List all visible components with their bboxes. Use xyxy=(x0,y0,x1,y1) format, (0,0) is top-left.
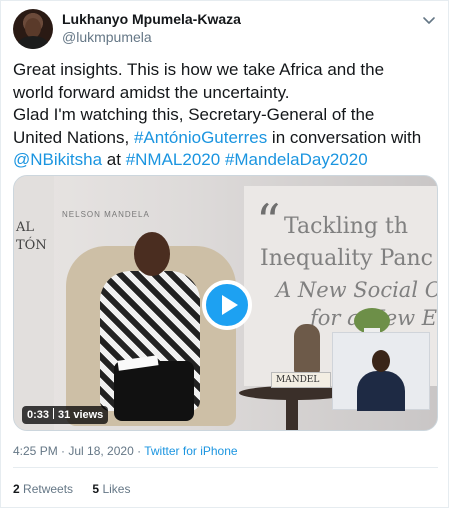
video-speaker-skirt xyxy=(114,361,194,421)
video-logo-text: NELSON MANDELA xyxy=(62,210,150,219)
retweets-count: 2 xyxy=(13,482,20,496)
tweet-source-link[interactable]: Twitter for iPhone xyxy=(144,444,237,458)
tweet-line-4-rest: in conversation with xyxy=(267,127,422,147)
tweet-line-5-at: at xyxy=(102,150,126,169)
play-button[interactable] xyxy=(202,280,252,330)
tweet-line-1: Great insights. This is how we take Afri… xyxy=(13,60,385,79)
video-speaker-head xyxy=(134,232,170,276)
tweet-line-5: @NBikitsha at #NMAL2020 #MandelaDay2020 xyxy=(13,149,438,172)
divider xyxy=(13,467,438,468)
tweet-line-2: world forward amidst the uncertainty. xyxy=(13,82,290,102)
video-panel-text-1: AL xyxy=(16,220,35,235)
tweet-stats: 2 Retweets 5 Likes xyxy=(13,482,146,496)
sign-language-interpreter-head xyxy=(372,350,390,372)
video-player[interactable]: AL TÓN NELSON MANDELA “ Tackling th Ineq… xyxy=(13,175,438,431)
video-panel-text-2: TÓN xyxy=(16,238,47,253)
video-table-leg xyxy=(286,398,298,430)
likes-count: 5 xyxy=(92,482,100,496)
banner-line-3: A New Social Co xyxy=(276,278,438,302)
hashtag-antonio-guterres[interactable]: #AntónioGuterres xyxy=(134,128,267,147)
mention-nbikitsha[interactable]: @NBikitsha xyxy=(13,150,102,169)
hashtag-nmal2020[interactable]: #NMAL2020 xyxy=(126,150,221,169)
video-bust-statue xyxy=(294,324,320,374)
play-icon xyxy=(222,295,238,315)
user-handle[interactable]: @lukmpumela xyxy=(62,29,152,45)
tweet-line-4-text: United Nations, xyxy=(13,127,134,147)
avatar-face xyxy=(25,18,41,38)
video-book-label: MANDEL xyxy=(276,375,320,385)
quote-icon: “ xyxy=(256,194,281,250)
hashtag-mandeladay2020[interactable]: #MandelaDay2020 xyxy=(225,150,368,169)
retweets-stat[interactable]: 2 Retweets xyxy=(13,482,73,496)
badge-separator xyxy=(53,408,55,419)
retweets-label: Retweets xyxy=(23,482,74,496)
likes-stat[interactable]: 5 Likes xyxy=(92,482,130,496)
tweet-text: Great insights. This is how we take Afri… xyxy=(13,59,438,172)
avatar-body xyxy=(17,36,49,49)
tweet-card: Lukhanyo Mpumela-Kwaza @lukmpumela Great… xyxy=(0,0,449,508)
likes-label: Likes xyxy=(102,482,131,496)
video-duration-badge: 0:33 31 views xyxy=(22,406,109,424)
avatar[interactable] xyxy=(13,9,53,49)
chevron-down-icon[interactable] xyxy=(422,13,436,27)
video-duration: 0:33 xyxy=(27,409,50,421)
tweet-timestamp[interactable]: 4:25 PM · Jul 18, 2020 · xyxy=(13,444,144,458)
banner-line-1: Tackling th xyxy=(284,214,409,239)
sign-language-interpreter-body xyxy=(357,371,405,411)
banner-line-2: Inequality Panc xyxy=(260,246,434,271)
user-display-name[interactable]: Lukhanyo Mpumela-Kwaza xyxy=(62,11,241,27)
video-views: 31 views xyxy=(58,409,104,421)
video-left-panel xyxy=(14,176,54,430)
tweet-line-4: United Nations, #AntónioGuterres in conv… xyxy=(13,127,438,150)
tweet-meta: 4:25 PM · Jul 18, 2020 · Twitter for iPh… xyxy=(13,444,238,458)
tweet-line-3: Glad I'm watching this, Secretary-Genera… xyxy=(13,105,375,124)
